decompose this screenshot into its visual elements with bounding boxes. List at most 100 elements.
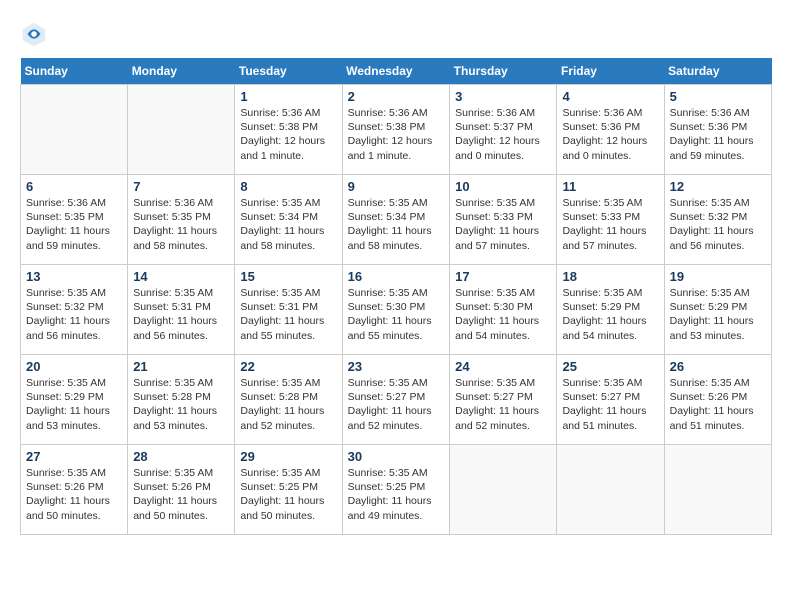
header-monday: Monday (128, 58, 235, 85)
day-number: 15 (240, 269, 336, 284)
day-info: Sunrise: 5:35 AMSunset: 5:29 PMDaylight:… (26, 376, 122, 433)
day-cell: 11 Sunrise: 5:35 AMSunset: 5:33 PMDayligh… (557, 175, 664, 265)
day-cell: 23 Sunrise: 5:35 AMSunset: 5:27 PMDayligh… (342, 355, 450, 445)
day-number: 13 (26, 269, 122, 284)
page-header (20, 20, 772, 48)
day-cell (128, 85, 235, 175)
day-cell: 4 Sunrise: 5:36 AMSunset: 5:36 PMDaylight… (557, 85, 664, 175)
day-number: 17 (455, 269, 551, 284)
day-cell: 26 Sunrise: 5:35 AMSunset: 5:26 PMDayligh… (664, 355, 771, 445)
day-cell: 5 Sunrise: 5:36 AMSunset: 5:36 PMDaylight… (664, 85, 771, 175)
day-cell: 30 Sunrise: 5:35 AMSunset: 5:25 PMDayligh… (342, 445, 450, 535)
day-number: 4 (562, 89, 658, 104)
day-number: 7 (133, 179, 229, 194)
week-row-2: 13Sunrise: 5:35 AMSunset: 5:32 PMDayligh… (21, 265, 772, 355)
day-number: 19 (670, 269, 766, 284)
week-row-0: 1 Sunrise: 5:36 AMSunset: 5:38 PMDaylight… (21, 85, 772, 175)
week-row-1: 6 Sunrise: 5:36 AMSunset: 5:35 PMDaylight… (21, 175, 772, 265)
day-info: Sunrise: 5:36 AMSunset: 5:37 PMDaylight:… (455, 106, 551, 163)
day-number: 10 (455, 179, 551, 194)
day-cell: 15 Sunrise: 5:35 AMSunset: 5:31 PMDayligh… (235, 265, 342, 355)
week-row-3: 20 Sunrise: 5:35 AMSunset: 5:29 PMDayligh… (21, 355, 772, 445)
day-info: Sunrise: 5:35 AMSunset: 5:26 PMDaylight:… (133, 466, 229, 523)
day-number: 23 (348, 359, 445, 374)
day-info: Sunrise: 5:35 AMSunset: 5:30 PMDaylight:… (455, 286, 551, 343)
day-number: 6 (26, 179, 122, 194)
day-number: 29 (240, 449, 336, 464)
logo-icon (20, 20, 48, 48)
day-cell: 18 Sunrise: 5:35 AMSunset: 5:29 PMDayligh… (557, 265, 664, 355)
day-number: 25 (562, 359, 658, 374)
day-cell: 13Sunrise: 5:35 AMSunset: 5:32 PMDayligh… (21, 265, 128, 355)
header-sunday: Sunday (21, 58, 128, 85)
day-info: Sunrise: 5:35 AMSunset: 5:30 PMDaylight:… (348, 286, 445, 343)
day-cell: 9Sunrise: 5:35 AMSunset: 5:34 PMDaylight… (342, 175, 450, 265)
day-info: Sunrise: 5:35 AMSunset: 5:33 PMDaylight:… (455, 196, 551, 253)
day-cell: 19Sunrise: 5:35 AMSunset: 5:29 PMDayligh… (664, 265, 771, 355)
day-cell: 12 Sunrise: 5:35 AMSunset: 5:32 PMDayligh… (664, 175, 771, 265)
week-row-4: 27 Sunrise: 5:35 AMSunset: 5:26 PMDayligh… (21, 445, 772, 535)
day-info: Sunrise: 5:36 AMSunset: 5:36 PMDaylight:… (562, 106, 658, 163)
day-cell: 24Sunrise: 5:35 AMSunset: 5:27 PMDayligh… (450, 355, 557, 445)
day-cell (664, 445, 771, 535)
day-info: Sunrise: 5:35 AMSunset: 5:33 PMDaylight:… (562, 196, 658, 253)
header-row: SundayMondayTuesdayWednesdayThursdayFrid… (21, 58, 772, 85)
day-cell: 29 Sunrise: 5:35 AMSunset: 5:25 PMDayligh… (235, 445, 342, 535)
day-cell: 27Sunrise: 5:35 AMSunset: 5:26 PMDayligh… (21, 445, 128, 535)
day-info: Sunrise: 5:35 AMSunset: 5:26 PMDaylight:… (670, 376, 766, 433)
day-info: Sunrise: 5:35 AMSunset: 5:27 PMDaylight:… (562, 376, 658, 433)
day-cell: 21 Sunrise: 5:35 AMSunset: 5:28 PMDayligh… (128, 355, 235, 445)
day-info: Sunrise: 5:35 AMSunset: 5:29 PMDaylight:… (562, 286, 658, 343)
header-thursday: Thursday (450, 58, 557, 85)
day-info: Sunrise: 5:35 AMSunset: 5:25 PMDaylight:… (348, 466, 445, 523)
day-number: 22 (240, 359, 336, 374)
day-info: Sunrise: 5:35 AMSunset: 5:27 PMDaylight:… (348, 376, 445, 433)
day-number: 2 (348, 89, 445, 104)
day-cell: 6 Sunrise: 5:36 AMSunset: 5:35 PMDaylight… (21, 175, 128, 265)
day-number: 27 (26, 449, 122, 464)
day-info: Sunrise: 5:36 AMSunset: 5:38 PMDaylight:… (240, 106, 336, 163)
day-info: Sunrise: 5:36 AMSunset: 5:35 PMDaylight:… (26, 196, 122, 253)
day-cell: 28Sunrise: 5:35 AMSunset: 5:26 PMDayligh… (128, 445, 235, 535)
day-cell (450, 445, 557, 535)
day-cell: 10 Sunrise: 5:35 AMSunset: 5:33 PMDayligh… (450, 175, 557, 265)
day-info: Sunrise: 5:35 AMSunset: 5:28 PMDaylight:… (133, 376, 229, 433)
day-info: Sunrise: 5:35 AMSunset: 5:32 PMDaylight:… (670, 196, 766, 253)
day-number: 12 (670, 179, 766, 194)
calendar-table: SundayMondayTuesdayWednesdayThursdayFrid… (20, 58, 772, 535)
day-number: 18 (562, 269, 658, 284)
day-cell: 3 Sunrise: 5:36 AMSunset: 5:37 PMDaylight… (450, 85, 557, 175)
day-cell: 17 Sunrise: 5:35 AMSunset: 5:30 PMDayligh… (450, 265, 557, 355)
day-number: 21 (133, 359, 229, 374)
day-number: 20 (26, 359, 122, 374)
header-saturday: Saturday (664, 58, 771, 85)
day-number: 26 (670, 359, 766, 374)
day-number: 9 (348, 179, 445, 194)
day-number: 11 (562, 179, 658, 194)
day-info: Sunrise: 5:36 AMSunset: 5:35 PMDaylight:… (133, 196, 229, 253)
day-info: Sunrise: 5:35 AMSunset: 5:31 PMDaylight:… (133, 286, 229, 343)
logo (20, 20, 52, 48)
day-cell: 1 Sunrise: 5:36 AMSunset: 5:38 PMDaylight… (235, 85, 342, 175)
day-info: Sunrise: 5:35 AMSunset: 5:31 PMDaylight:… (240, 286, 336, 343)
day-cell: 25 Sunrise: 5:35 AMSunset: 5:27 PMDayligh… (557, 355, 664, 445)
header-wednesday: Wednesday (342, 58, 450, 85)
day-number: 3 (455, 89, 551, 104)
day-info: Sunrise: 5:35 AMSunset: 5:27 PMDaylight:… (455, 376, 551, 433)
day-cell (21, 85, 128, 175)
day-number: 5 (670, 89, 766, 104)
header-friday: Friday (557, 58, 664, 85)
day-number: 8 (240, 179, 336, 194)
day-info: Sunrise: 5:36 AMSunset: 5:36 PMDaylight:… (670, 106, 766, 163)
header-tuesday: Tuesday (235, 58, 342, 85)
day-number: 1 (240, 89, 336, 104)
day-info: Sunrise: 5:36 AMSunset: 5:38 PMDaylight:… (348, 106, 445, 163)
day-number: 30 (348, 449, 445, 464)
day-cell: 2 Sunrise: 5:36 AMSunset: 5:38 PMDaylight… (342, 85, 450, 175)
day-cell: 16Sunrise: 5:35 AMSunset: 5:30 PMDayligh… (342, 265, 450, 355)
day-info: Sunrise: 5:35 AMSunset: 5:25 PMDaylight:… (240, 466, 336, 523)
day-cell: 14 Sunrise: 5:35 AMSunset: 5:31 PMDayligh… (128, 265, 235, 355)
day-info: Sunrise: 5:35 AMSunset: 5:34 PMDaylight:… (240, 196, 336, 253)
day-info: Sunrise: 5:35 AMSunset: 5:28 PMDaylight:… (240, 376, 336, 433)
day-number: 14 (133, 269, 229, 284)
